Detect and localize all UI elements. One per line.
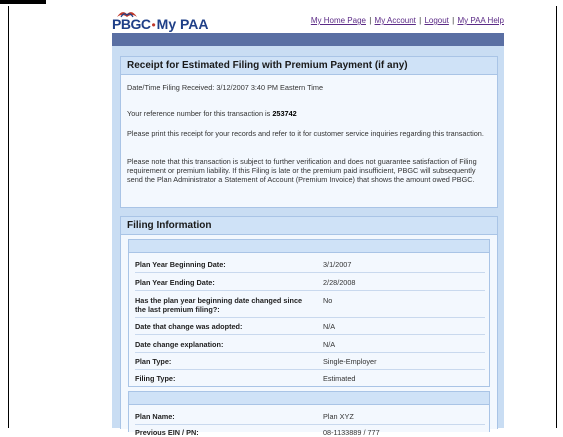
field-value: 2/28/2008 — [323, 278, 356, 287]
receipt-panel: Receipt for Estimated Filing with Premiu… — [120, 56, 498, 208]
nav-link-help[interactable]: My PAA Help — [457, 16, 504, 25]
nav-link-account[interactable]: My Account — [375, 16, 416, 25]
field-label: Filing Type: — [135, 374, 176, 383]
logo-pbgc-text: PBGC — [112, 16, 151, 32]
logo-separator-dot: • — [151, 18, 156, 32]
header: PBGC • My PAA My Home Page | My Account … — [112, 10, 504, 32]
plan-year-section-bar — [129, 240, 489, 253]
nav-separator: | — [369, 16, 372, 25]
field-value: N/A — [323, 322, 336, 331]
nav-separator: | — [419, 16, 422, 25]
row-divider — [135, 424, 485, 425]
top-rule — [0, 0, 46, 4]
frame-left-border — [8, 6, 9, 428]
field-label: Plan Type: — [135, 357, 172, 366]
field-label: Date that change was adopted: — [135, 322, 243, 331]
field-value: 08-1133889 / 777 — [323, 428, 380, 437]
plan-identification-section-bar — [129, 392, 489, 405]
nav-separator: | — [452, 16, 455, 25]
row-divider — [135, 352, 485, 353]
top-nav: My Home Page | My Account | Logout | My … — [311, 16, 504, 25]
receipt-reference: Your reference number for this transacti… — [127, 109, 491, 118]
frame-right-border — [556, 6, 557, 428]
row-divider — [135, 272, 485, 273]
nav-link-home[interactable]: My Home Page — [311, 16, 366, 25]
receipt-received-datetime: Date/Time Filing Received: 3/12/2007 3:4… — [127, 83, 324, 92]
field-label: Plan Name: — [135, 412, 175, 421]
field-value: 3/1/2007 — [323, 260, 352, 269]
field-value: N/A — [323, 340, 336, 349]
main-content: Receipt for Estimated Filing with Premiu… — [112, 46, 504, 437]
eagle-icon — [117, 12, 137, 18]
row-divider — [135, 369, 485, 370]
field-value: Single-Employer — [323, 357, 377, 366]
receipt-verification-note: Please note that this transaction is sub… — [127, 157, 477, 184]
pbgc-logo[interactable]: PBGC • My PAA — [112, 12, 209, 32]
reference-prefix: Your reference number for this transacti… — [127, 109, 273, 118]
filing-information-panel: Filing Information Plan Year Beginning D… — [120, 216, 498, 437]
field-value: Estimated — [323, 374, 356, 383]
field-label: Plan Year Ending Date: — [135, 278, 215, 287]
header-banner — [112, 33, 504, 46]
filing-information-title: Filing Information — [121, 217, 497, 235]
field-value: Plan XYZ — [323, 412, 354, 421]
receipt-print-note: Please print this receipt for your recor… — [127, 129, 484, 138]
field-label: Date change explanation: — [135, 340, 224, 349]
field-label: Plan Year Beginning Date: — [135, 260, 226, 269]
field-label: Has the plan year beginning date changed… — [135, 296, 303, 314]
field-value: No — [323, 296, 333, 305]
row-divider — [135, 317, 485, 318]
logo-product-name: My PAA — [156, 16, 209, 32]
nav-link-logout[interactable]: Logout — [424, 16, 448, 25]
row-divider — [135, 334, 485, 335]
receipt-title: Receipt for Estimated Filing with Premiu… — [121, 57, 497, 75]
reference-number: 253742 — [272, 109, 297, 118]
plan-year-section: Plan Year Beginning Date: 3/1/2007 Plan … — [128, 239, 490, 387]
plan-identification-section: Plan Name: Plan XYZ Previous EIN / PN: 0… — [128, 391, 490, 437]
row-divider — [135, 290, 485, 291]
field-label: Previous EIN / PN: — [135, 428, 199, 437]
